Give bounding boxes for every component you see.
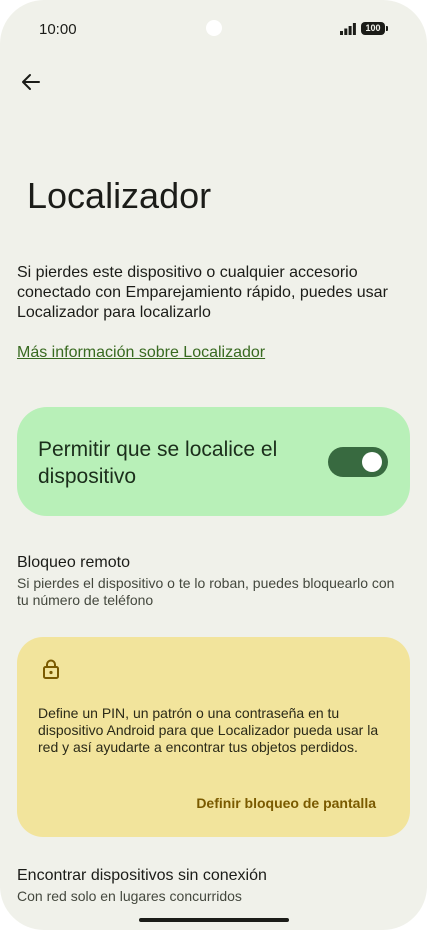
offline-devices-item[interactable]: Encontrar dispositivos sin conexión Con … [17, 866, 407, 905]
remote-lock-summary: Si pierdes el dispositivo o te lo roban,… [17, 575, 395, 608]
signal-icon [340, 23, 356, 35]
screen-lock-warning-card: Define un PIN, un patrón o una contraseñ… [17, 637, 410, 837]
learn-more-link[interactable]: Más información sobre Localizador [17, 344, 265, 362]
switch-thumb [362, 452, 382, 472]
lock-icon [43, 659, 59, 679]
camera-cutout [206, 20, 222, 36]
offline-devices-summary: Con red solo en lugares concurridos [17, 888, 242, 904]
warning-text: Define un PIN, un patrón o una contraseñ… [38, 705, 379, 755]
remote-lock-title: Bloqueo remoto [17, 554, 130, 571]
page-title: Localizador [27, 175, 212, 216]
allow-locate-label: Permitir que se localice el dispositivo [38, 438, 278, 488]
allow-locate-switch[interactable] [328, 447, 388, 477]
status-time: 10:00 [39, 21, 77, 38]
set-screen-lock-button[interactable]: Definir bloqueo de pantalla [196, 795, 376, 811]
home-indicator[interactable] [139, 918, 289, 922]
status-bar: 10:00 100 [0, 0, 427, 58]
remote-lock-item[interactable]: Bloqueo remoto Si pierdes el dispositivo… [17, 553, 407, 609]
battery-icon: 100 [361, 22, 388, 35]
offline-devices-title: Encontrar dispositivos sin conexión [17, 867, 267, 884]
phone-screen: 10:00 100 Localizador Si pierdes este di… [0, 0, 427, 930]
description-text: Si pierdes este dispositivo o cualquier … [17, 264, 388, 321]
back-arrow-icon[interactable] [19, 70, 43, 94]
allow-locate-toggle-card[interactable]: Permitir que se localice el dispositivo [17, 407, 410, 516]
